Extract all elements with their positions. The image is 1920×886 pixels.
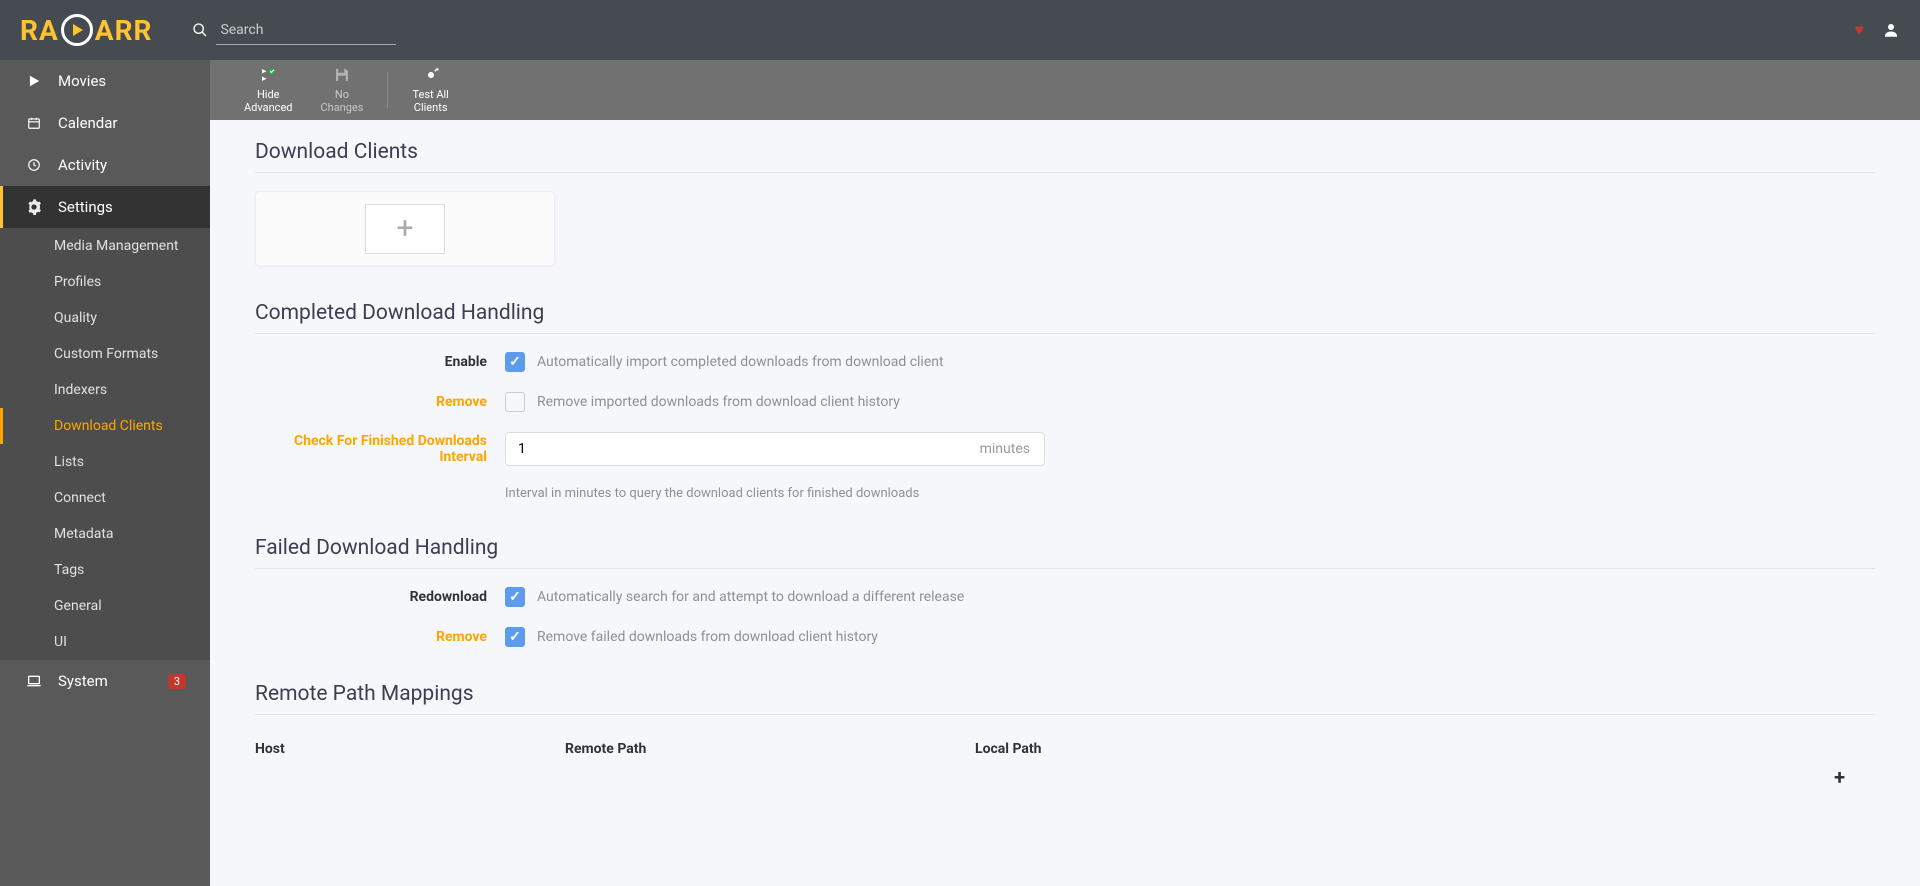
save-button[interactable]: No Changes [306,66,377,114]
toolbar-label: Test All [412,88,448,101]
failed-handling-section: Failed Download Handling Redownload Auto… [255,536,1875,647]
cogs-icon [24,199,44,215]
sidebar-sub-metadata[interactable]: Metadata [0,516,210,552]
add-mapping-button[interactable]: + [1834,765,1845,789]
enable-help: Automatically import completed downloads… [537,354,944,370]
sidebar: Movies Calendar Activity Settings Media … [0,60,210,886]
logo-text: RAARR [20,14,152,47]
redownload-help: Automatically search for and attempt to … [537,589,964,605]
sidebar-label: Settings [58,198,113,216]
sidebar-sub-lists[interactable]: Lists [0,444,210,480]
remote-mappings-section: Remote Path Mappings Host Remote Path Lo… [255,682,1875,765]
interval-label: Check For Finished Downloads Interval [255,433,505,465]
sidebar-label: Activity [58,156,107,174]
sidebar-sub-general[interactable]: General [0,588,210,624]
redownload-checkbox[interactable] [505,587,525,607]
toolbar-label: Changes [320,101,363,114]
interval-suffix: minutes [966,433,1044,465]
redownload-row: Redownload Automatically search for and … [255,587,1875,607]
redownload-label: Redownload [255,589,505,605]
donate-heart-icon[interactable]: ♥ [1855,20,1865,40]
remove-completed-row: Remove Remove imported downloads from do… [255,392,1875,412]
download-clients-section: Download Clients + [255,140,1875,266]
interval-input-group: minutes [505,432,1045,466]
toolbar-label: Advanced [244,101,292,114]
remove-failed-checkbox[interactable] [505,627,525,647]
remote-path-header: Remote Path [565,741,975,757]
interval-hint: Interval in minutes to query the downloa… [505,486,1875,501]
page-toolbar: Hide Advanced No Changes Test All Client… [210,60,1920,120]
interval-row: Check For Finished Downloads Interval mi… [255,432,1875,466]
app-header: RAARR ♥ [0,0,1920,60]
section-title: Failed Download Handling [255,536,1875,569]
advanced-toggle-icon [258,66,278,84]
sidebar-item-movies[interactable]: Movies [0,60,210,102]
remove-failed-label: Remove [255,629,505,645]
enable-label: Enable [255,354,505,370]
sidebar-item-calendar[interactable]: Calendar [0,102,210,144]
hide-advanced-button[interactable]: Hide Advanced [230,66,306,114]
save-icon [333,66,351,84]
sidebar-label: Calendar [58,114,118,132]
sidebar-sub-custom-formats[interactable]: Custom Formats [0,336,210,372]
search-input[interactable] [216,16,396,45]
test-all-button[interactable]: Test All Clients [398,66,462,114]
logo-play-icon [61,14,93,46]
interval-input[interactable] [506,433,966,465]
local-path-header: Local Path [975,741,1875,757]
sidebar-sub-indexers[interactable]: Indexers [0,372,210,408]
enable-checkbox[interactable] [505,352,525,372]
main-content: Download Clients + Completed Download Ha… [210,120,1920,820]
remove-label: Remove [255,394,505,410]
sidebar-sub-quality[interactable]: Quality [0,300,210,336]
sidebar-label: Movies [58,72,106,90]
sidebar-item-system[interactable]: System 3 [0,660,210,702]
sidebar-settings-submenu: Media Management Profiles Quality Custom… [0,228,210,660]
sidebar-sub-ui[interactable]: UI [0,624,210,660]
mappings-table-header: Host Remote Path Local Path [255,733,1875,765]
remove-completed-checkbox[interactable] [505,392,525,412]
section-title: Completed Download Handling [255,301,1875,334]
sidebar-item-activity[interactable]: Activity [0,144,210,186]
toolbar-label: No [335,88,349,101]
remove-help: Remove imported downloads from download … [537,394,900,410]
toolbar-divider [387,72,388,108]
header-actions: ♥ [1855,20,1901,40]
remove-failed-help: Remove failed downloads from download cl… [537,629,878,645]
host-header: Host [255,741,565,757]
system-badge: 3 [168,674,186,689]
section-title: Remote Path Mappings [255,682,1875,715]
app-logo[interactable]: RAARR [20,14,152,47]
sidebar-label: System [58,672,108,690]
test-icon [422,66,440,84]
add-download-client-card[interactable]: + [255,191,555,266]
laptop-icon [24,674,44,688]
search-box [192,16,396,45]
user-icon[interactable] [1882,21,1900,39]
search-icon [192,22,208,38]
toolbar-label: Clients [414,101,448,114]
sidebar-sub-connect[interactable]: Connect [0,480,210,516]
sidebar-sub-tags[interactable]: Tags [0,552,210,588]
sidebar-sub-profiles[interactable]: Profiles [0,264,210,300]
calendar-icon [24,116,44,130]
clock-icon [24,158,44,172]
remove-failed-row: Remove Remove failed downloads from down… [255,627,1875,647]
completed-handling-section: Completed Download Handling Enable Autom… [255,301,1875,501]
sidebar-sub-media-management[interactable]: Media Management [0,228,210,264]
toolbar-label: Hide [257,88,280,101]
plus-icon: + [365,204,445,254]
sidebar-item-settings[interactable]: Settings [0,186,210,228]
sidebar-sub-download-clients[interactable]: Download Clients [0,408,210,444]
enable-row: Enable Automatically import completed do… [255,352,1875,372]
play-icon [24,74,44,88]
section-title: Download Clients [255,140,1875,173]
